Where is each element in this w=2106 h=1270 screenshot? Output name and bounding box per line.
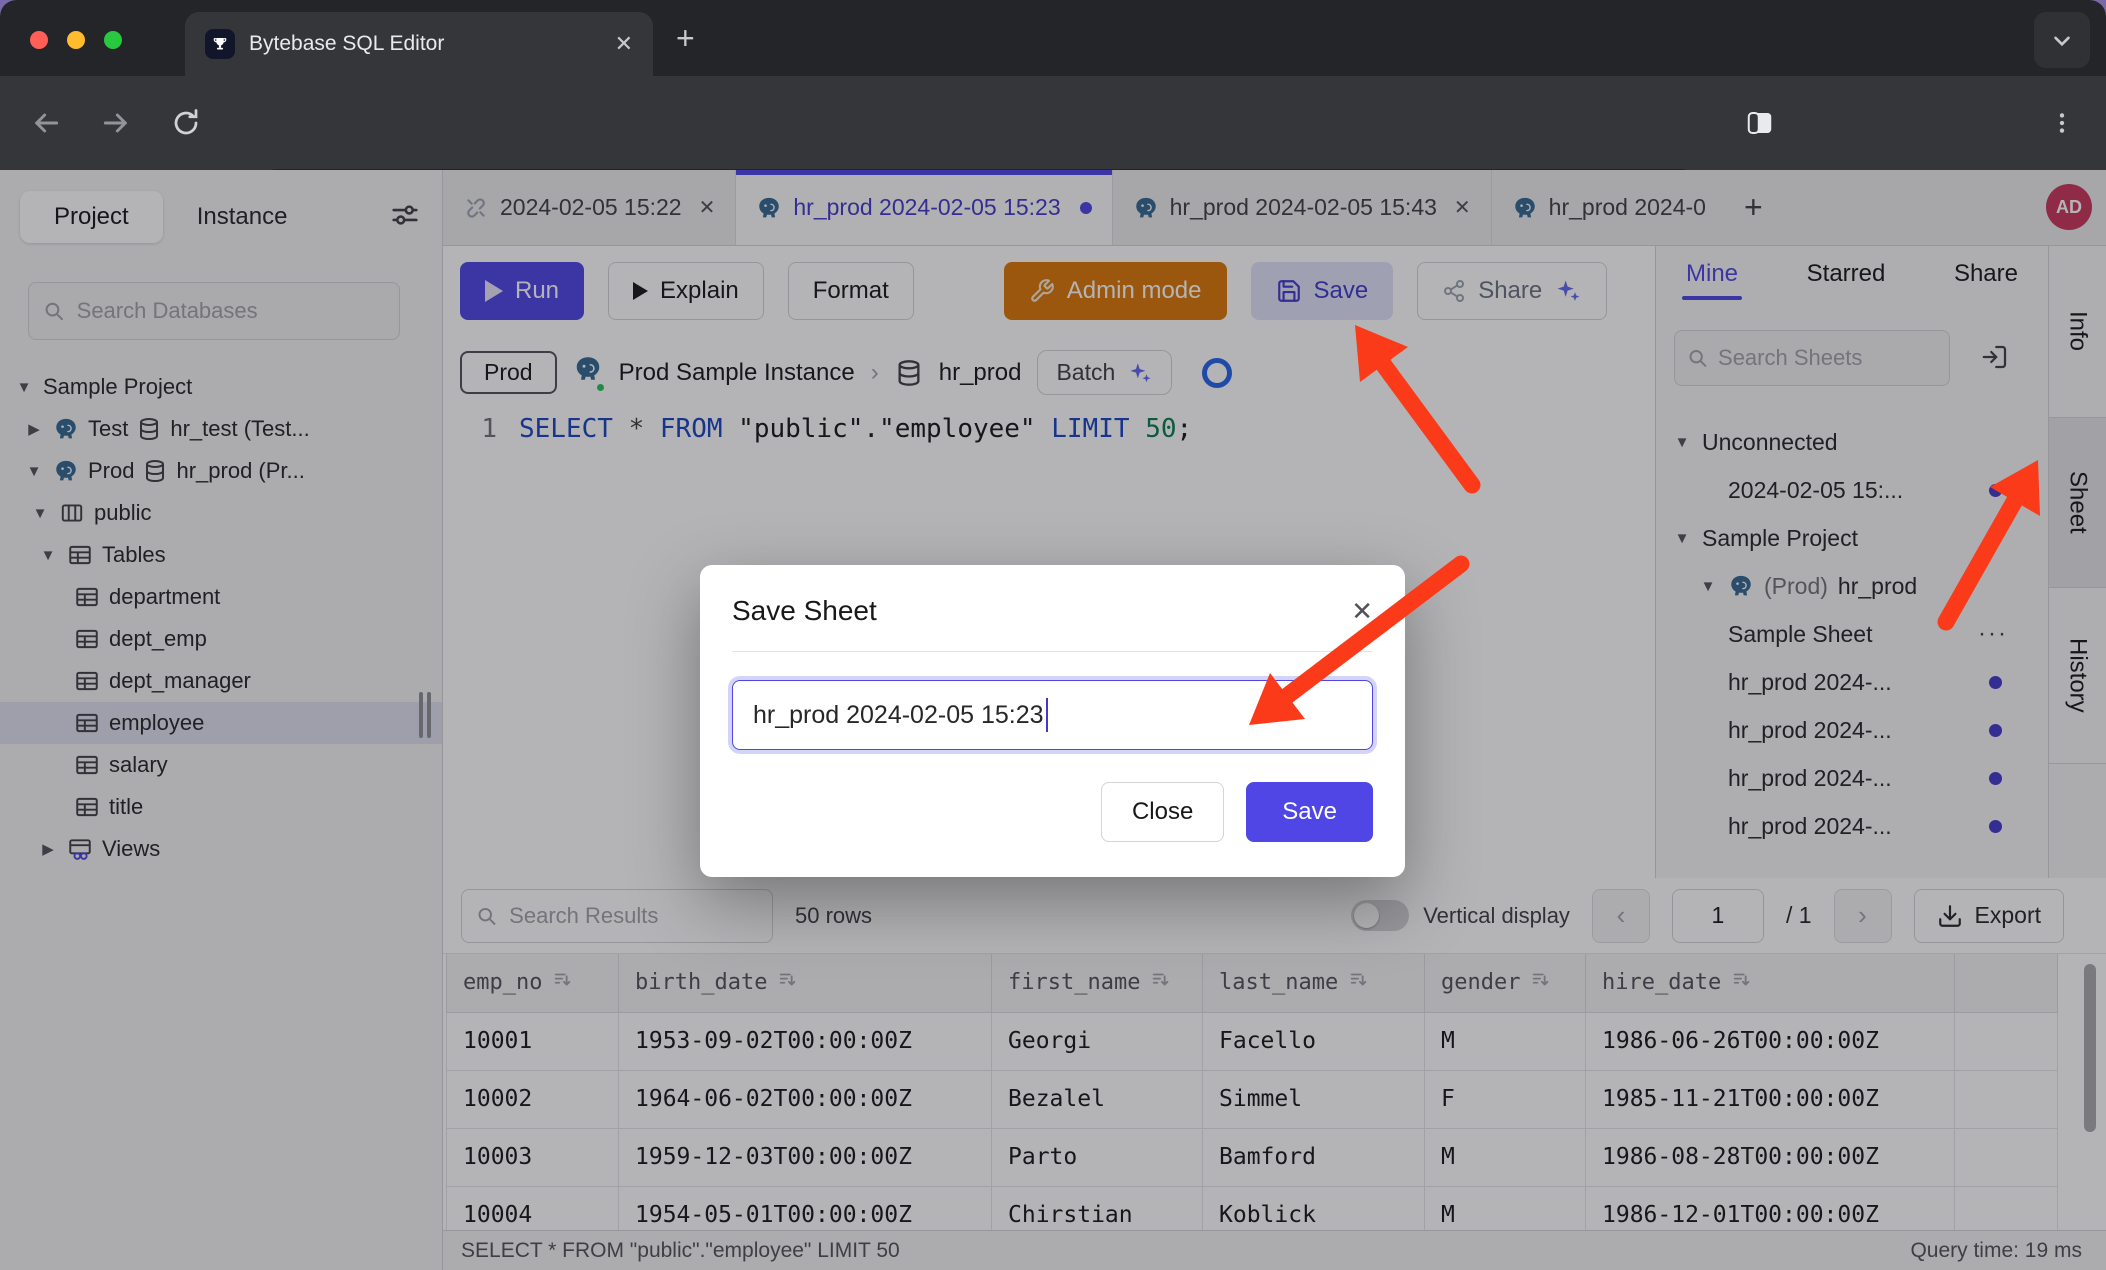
close-tab-icon[interactable]: ✕ bbox=[615, 31, 633, 57]
zoom-window-button[interactable] bbox=[104, 31, 122, 49]
back-icon[interactable] bbox=[28, 105, 64, 141]
browser-navbar: localhost:8080/sql-editor/prod-sample-in… bbox=[0, 76, 2106, 170]
save-sheet-dialog: Save Sheet ✕ hr_prod 2024-02-05 15:23 Cl… bbox=[700, 565, 1405, 877]
desktop: Bytebase SQL Editor ✕ + localhost:8080/s… bbox=[0, 0, 2106, 1270]
forward-icon[interactable] bbox=[98, 105, 134, 141]
browser-menu-icon[interactable] bbox=[2044, 105, 2080, 141]
reload-icon[interactable] bbox=[168, 105, 204, 141]
new-tab-button[interactable]: + bbox=[676, 24, 695, 52]
bytebase-favicon-icon bbox=[205, 29, 235, 59]
close-dialog-icon[interactable]: ✕ bbox=[1351, 596, 1373, 627]
browser-tab-title: Bytebase SQL Editor bbox=[249, 32, 601, 56]
sheet-name-value: hr_prod 2024-02-05 15:23 bbox=[753, 701, 1044, 730]
dialog-title: Save Sheet bbox=[732, 595, 877, 627]
minimize-window-button[interactable] bbox=[67, 31, 85, 49]
dialog-close-button[interactable]: Close bbox=[1101, 782, 1224, 842]
side-panel-icon[interactable] bbox=[1742, 105, 1778, 141]
bytebase-app: Project Instance ▼Sample Project▶Testhr_… bbox=[0, 170, 2106, 1270]
dialog-save-button[interactable]: Save bbox=[1246, 782, 1373, 842]
close-window-button[interactable] bbox=[30, 31, 48, 49]
browser-window: Bytebase SQL Editor ✕ + localhost:8080/s… bbox=[0, 0, 2106, 1270]
dialog-divider bbox=[732, 651, 1373, 652]
browser-tabstrip: Bytebase SQL Editor ✕ + bbox=[0, 0, 2106, 76]
tab-search-button[interactable] bbox=[2034, 12, 2090, 68]
browser-tab[interactable]: Bytebase SQL Editor ✕ bbox=[185, 12, 653, 76]
sheet-name-input[interactable]: hr_prod 2024-02-05 15:23 bbox=[732, 680, 1373, 750]
text-cursor bbox=[1046, 698, 1048, 732]
